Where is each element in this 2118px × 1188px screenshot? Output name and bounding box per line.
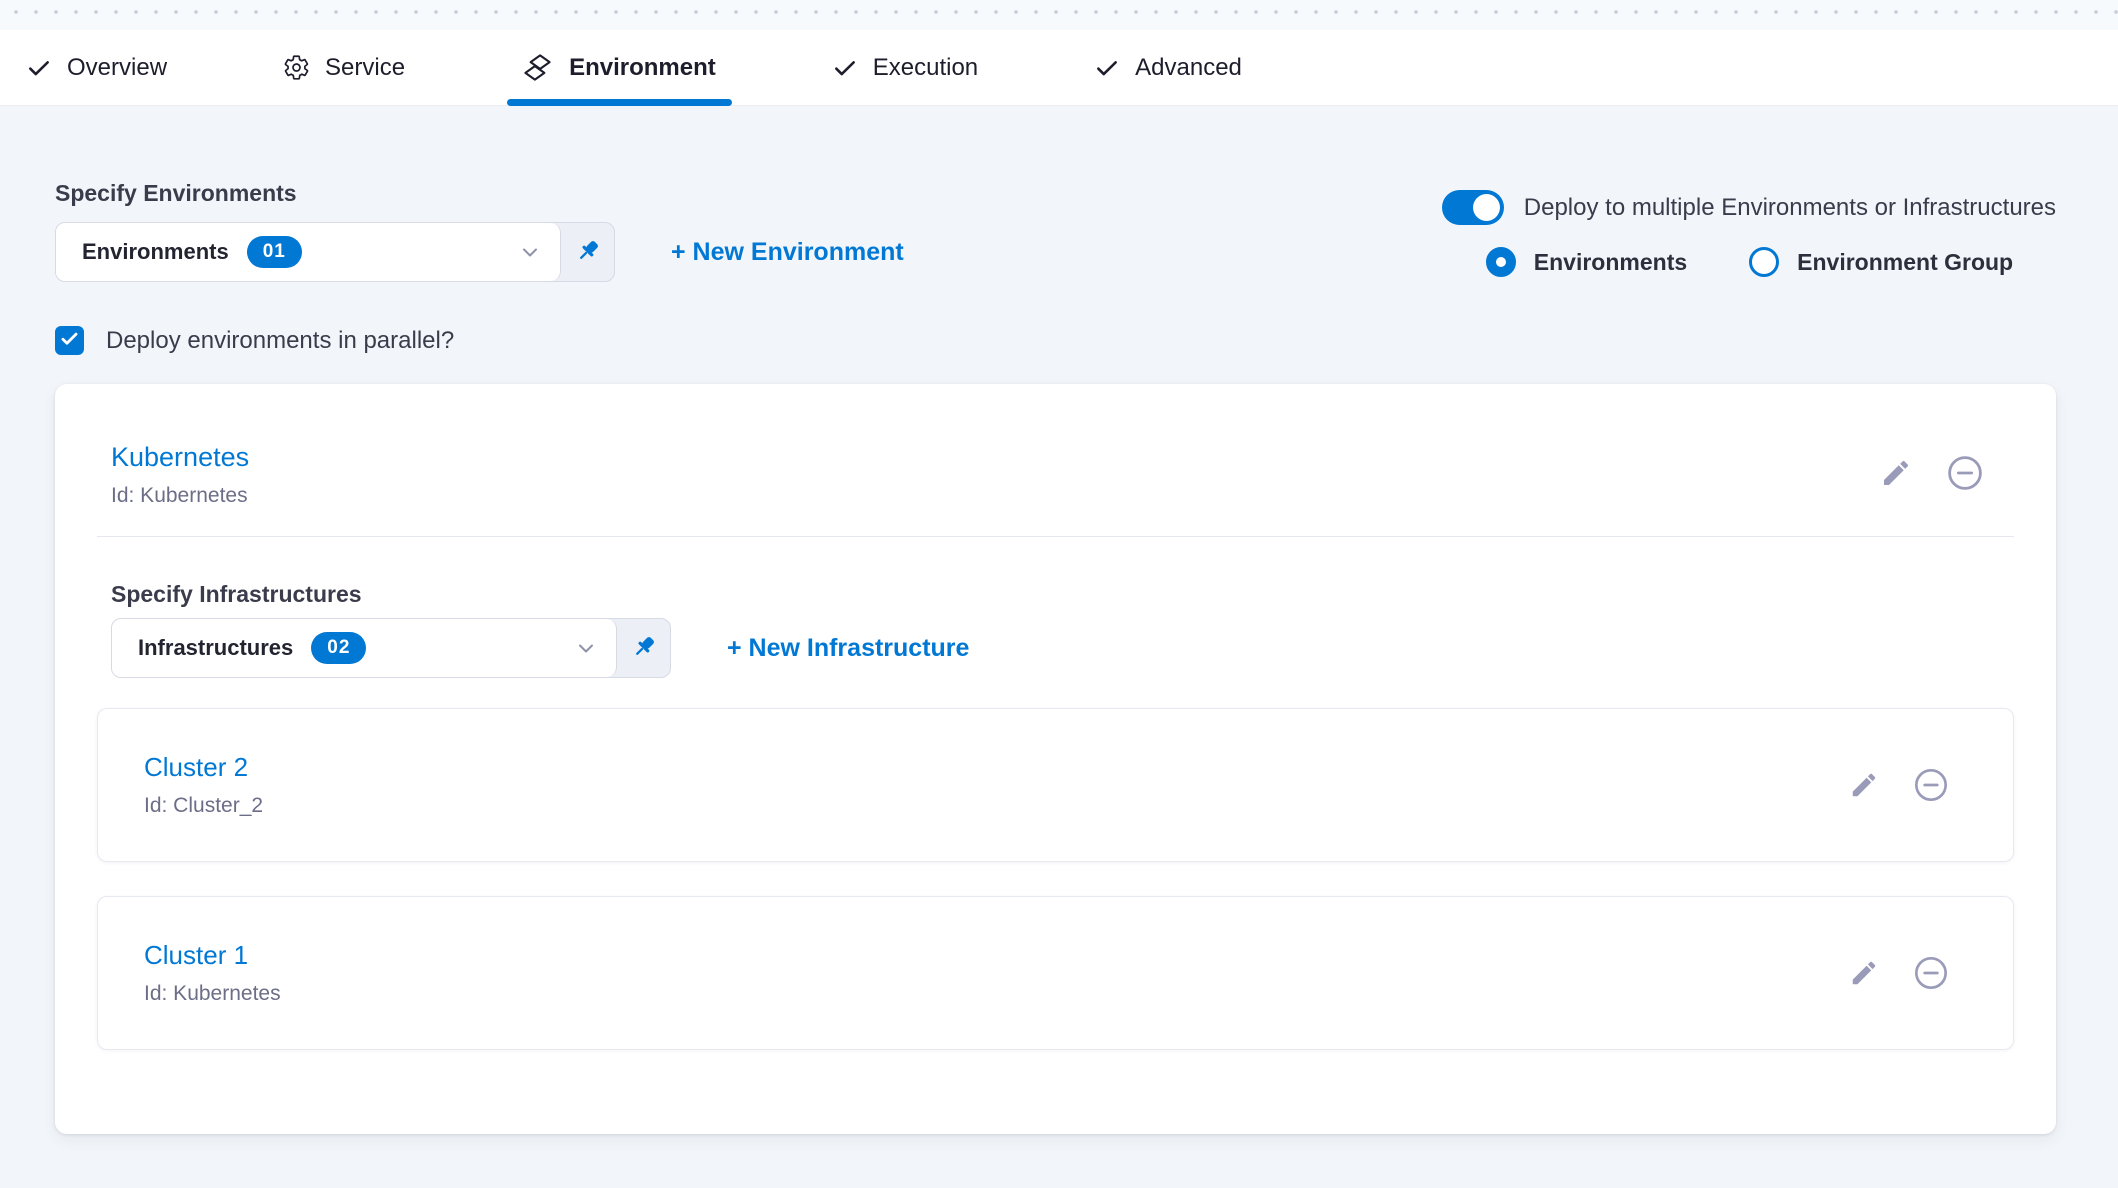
- radio-unselected-icon: [1749, 247, 1779, 277]
- specify-environments-label: Specify Environments: [55, 180, 904, 207]
- check-icon: [26, 55, 52, 81]
- card-divider: [97, 536, 2014, 537]
- tab-label: Execution: [873, 54, 978, 82]
- infrastructure-id: Id: Kubernetes: [144, 982, 281, 1006]
- gear-icon: [283, 54, 310, 81]
- infrastructure-card: Cluster 2 Id: Cluster_2: [97, 708, 2014, 862]
- environment-group-radio-label: Environment Group: [1797, 249, 2013, 276]
- infrastructure-id: Id: Cluster_2: [144, 794, 263, 818]
- infrastructure-title-block: Cluster 2 Id: Cluster_2: [144, 752, 263, 818]
- infrastructure-name-link[interactable]: Cluster 1: [144, 940, 248, 971]
- environments-dropdown-value[interactable]: Environments 01: [56, 223, 561, 281]
- new-environment-link[interactable]: + New Environment: [671, 238, 904, 267]
- tab-label: Environment: [569, 54, 716, 82]
- infrastructure-name-link[interactable]: Cluster 2: [144, 752, 248, 783]
- environments-count-badge: 01: [247, 236, 302, 268]
- tab-label: Service: [325, 54, 405, 82]
- infrastructure-title-block: Cluster 1 Id: Kubernetes: [144, 940, 281, 1006]
- toggle-knob: [1473, 194, 1500, 221]
- check-icon: [832, 55, 858, 81]
- multi-env-toggle-label: Deploy to multiple Environments or Infra…: [1524, 194, 2056, 222]
- radio-selected-icon: [1486, 247, 1516, 277]
- multi-deploy-group: Deploy to multiple Environments or Infra…: [1442, 190, 2056, 277]
- infrastructure-card: Cluster 1 Id: Kubernetes: [97, 896, 2014, 1050]
- environments-dropdown-text: Environments: [82, 239, 229, 265]
- multi-env-toggle[interactable]: [1442, 190, 1504, 225]
- pin-icon: [629, 632, 659, 665]
- tab-execution[interactable]: Execution: [832, 30, 978, 105]
- environment-card: Kubernetes Id: Kubernetes Specify Infras…: [55, 384, 2056, 1134]
- chevron-down-icon: [574, 636, 598, 660]
- edit-infrastructure-icon[interactable]: [1849, 958, 1879, 988]
- environment-name-link[interactable]: Kubernetes: [111, 442, 249, 473]
- pin-environments-button[interactable]: [561, 223, 614, 281]
- environments-dropdown[interactable]: Environments 01: [55, 222, 615, 282]
- infrastructures-dropdown[interactable]: Infrastructures 02: [111, 618, 671, 678]
- tab-overview[interactable]: Overview: [26, 30, 167, 105]
- pin-icon: [573, 236, 603, 269]
- tab-label: Overview: [67, 54, 167, 82]
- chevron-down-icon: [518, 240, 542, 264]
- environment-layers-icon: [521, 51, 554, 84]
- environment-title-block: Kubernetes Id: Kubernetes: [111, 442, 249, 508]
- remove-environment-icon[interactable]: [1944, 452, 1986, 494]
- tab-service[interactable]: Service: [283, 30, 405, 105]
- tab-advanced[interactable]: Advanced: [1094, 30, 1242, 105]
- checkbox-check-icon: [59, 328, 80, 354]
- deploy-parallel-row: Deploy environments in parallel?: [55, 326, 2056, 355]
- check-icon: [1094, 55, 1120, 81]
- stage-tab-bar: Overview Service Environment Execution A…: [0, 30, 2118, 106]
- new-infrastructure-link[interactable]: + New Infrastructure: [727, 634, 969, 663]
- parallel-checkbox-label: Deploy environments in parallel?: [106, 327, 454, 355]
- environments-radio-label: Environments: [1534, 249, 1687, 276]
- environment-tab-panel: Specify Environments Environments 01: [0, 106, 2118, 1188]
- remove-infrastructure-icon[interactable]: [1911, 765, 1951, 805]
- tab-environment[interactable]: Environment: [521, 30, 716, 105]
- environments-radio-option[interactable]: Environments: [1486, 247, 1687, 277]
- environment-group-radio-option[interactable]: Environment Group: [1749, 247, 2013, 277]
- infrastructures-count-badge: 02: [311, 632, 366, 664]
- tab-label: Advanced: [1135, 54, 1242, 82]
- specify-environments-group: Specify Environments Environments 01: [55, 180, 904, 282]
- infrastructures-dropdown-text: Infrastructures: [138, 635, 293, 661]
- pipeline-canvas-strip: [0, 0, 2118, 30]
- infrastructures-dropdown-value[interactable]: Infrastructures 02: [112, 619, 617, 677]
- specify-infrastructures-label: Specify Infrastructures: [97, 581, 2014, 608]
- remove-infrastructure-icon[interactable]: [1911, 953, 1951, 993]
- parallel-checkbox[interactable]: [55, 326, 84, 355]
- pin-infrastructures-button[interactable]: [617, 619, 670, 677]
- environment-id: Id: Kubernetes: [111, 484, 249, 508]
- edit-infrastructure-icon[interactable]: [1849, 770, 1879, 800]
- edit-environment-icon[interactable]: [1880, 457, 1912, 489]
